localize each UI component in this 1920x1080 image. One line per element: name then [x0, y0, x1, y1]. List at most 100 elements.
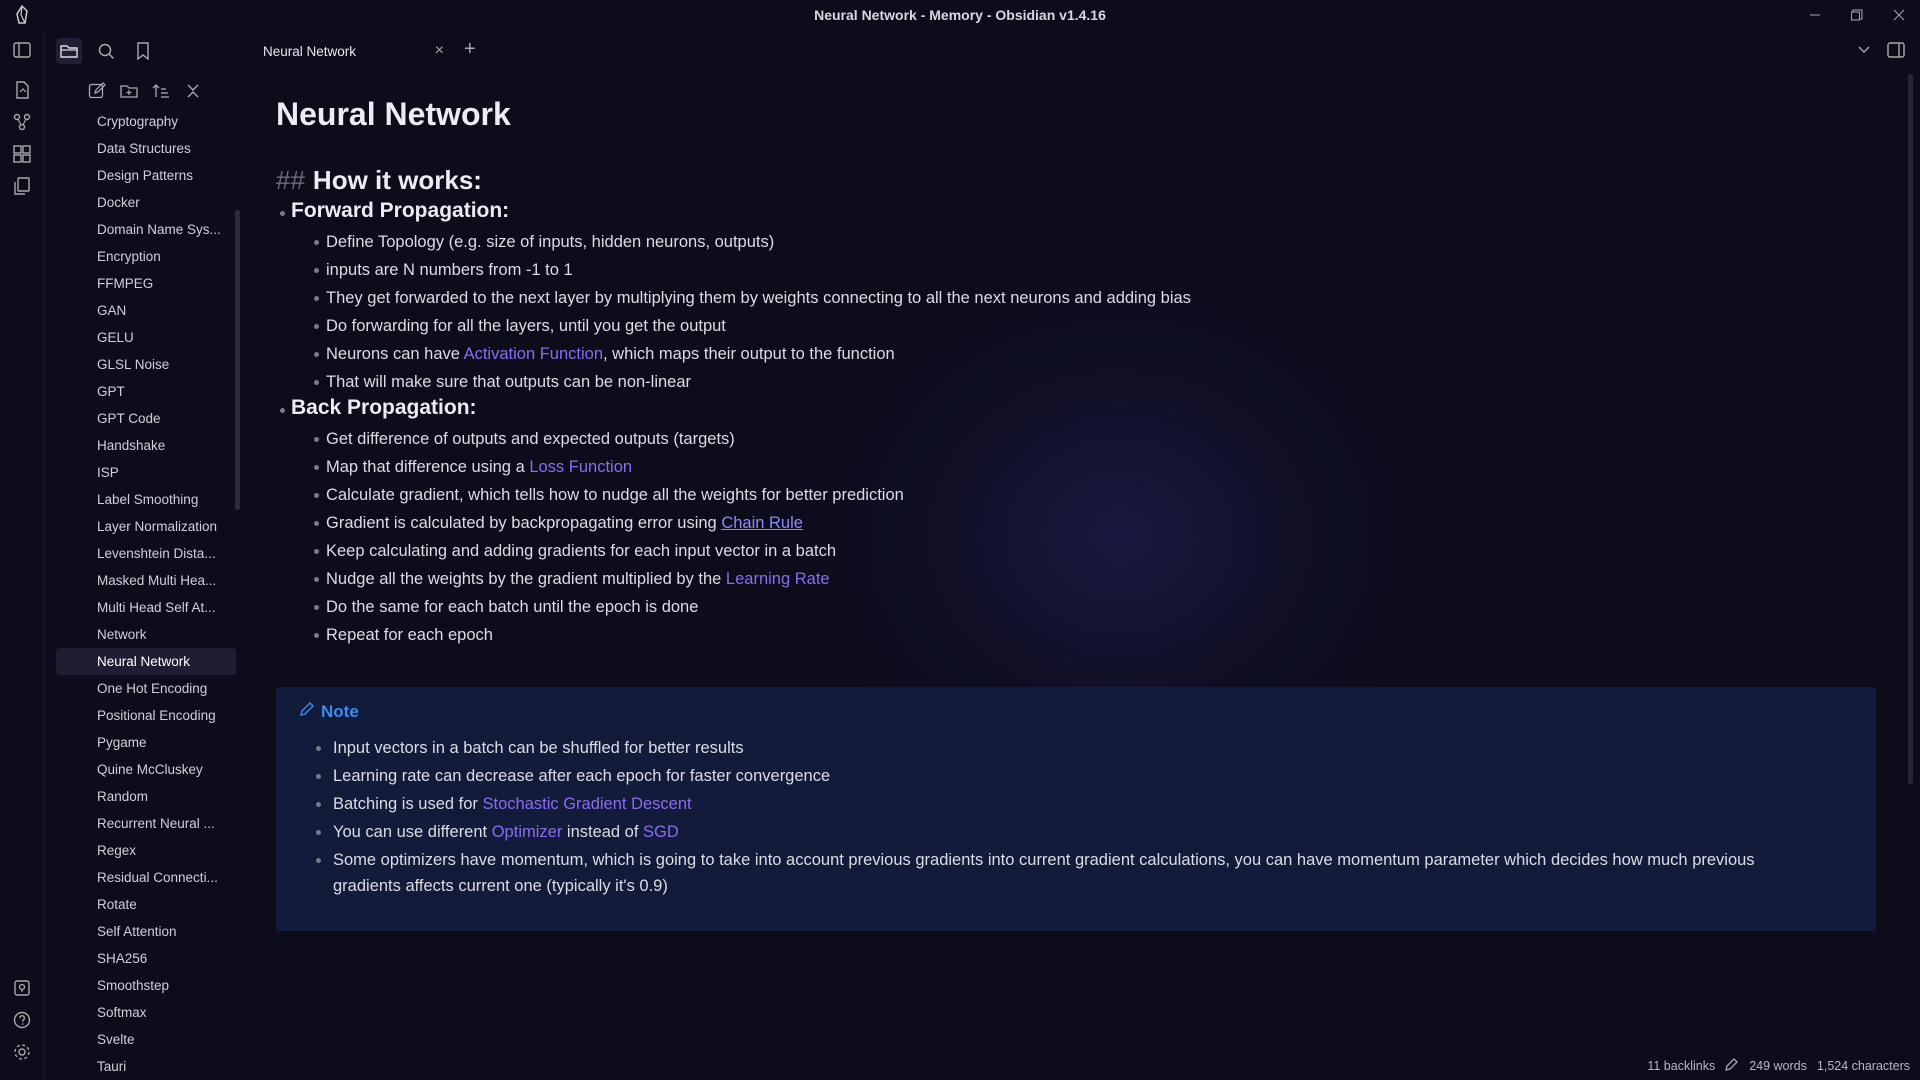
file-item[interactable]: Softmax: [56, 999, 236, 1026]
file-item[interactable]: ISP: [56, 459, 236, 486]
editor-scrollbar[interactable]: [1908, 74, 1913, 784]
file-item[interactable]: GELU: [56, 324, 236, 351]
callout-list-item[interactable]: You can use different Optimizer instead …: [276, 819, 1876, 845]
list-item[interactable]: Gradient is calculated by backpropagatin…: [276, 509, 1876, 537]
list-item[interactable]: They get forwarded to the next layer by …: [276, 284, 1876, 312]
internal-link[interactable]: Activation Function: [464, 345, 603, 363]
file-item[interactable]: Cryptography: [56, 108, 236, 135]
file-item[interactable]: Rotate: [56, 891, 236, 918]
section-heading[interactable]: Forward Propagation:: [276, 199, 1876, 228]
file-item[interactable]: GAN: [56, 297, 236, 324]
maximize-button[interactable]: [1836, 0, 1878, 30]
graph-view-icon[interactable]: [11, 111, 33, 133]
search-icon[interactable]: [93, 38, 119, 64]
bookmark-icon[interactable]: [130, 38, 156, 64]
file-item[interactable]: One Hot Encoding: [56, 675, 236, 702]
help-icon[interactable]: [11, 1009, 33, 1031]
edit-mode-icon[interactable]: [1725, 1057, 1739, 1074]
file-item[interactable]: Docker: [56, 189, 236, 216]
vault-icon[interactable]: [11, 977, 33, 999]
file-item[interactable]: Regex: [56, 837, 236, 864]
file-item[interactable]: Data Structures: [56, 135, 236, 162]
new-folder-icon[interactable]: [118, 80, 140, 102]
file-item[interactable]: Network: [56, 621, 236, 648]
text-span: Map that difference using a: [326, 458, 530, 476]
open-quick-switcher-icon[interactable]: [11, 79, 33, 101]
tab-neural-network[interactable]: Neural Network ×: [252, 36, 452, 66]
file-item[interactable]: Self Attention: [56, 918, 236, 945]
internal-link[interactable]: SGD: [643, 823, 679, 841]
chevron-down-icon[interactable]: [1852, 38, 1876, 62]
file-item[interactable]: Masked Multi Hea...: [56, 567, 236, 594]
list-item[interactable]: Nudge all the weights by the gradient mu…: [276, 565, 1876, 593]
list-item[interactable]: Do forwarding for all the layers, until …: [276, 312, 1876, 340]
file-item[interactable]: Design Patterns: [56, 162, 236, 189]
list-item[interactable]: Get difference of outputs and expected o…: [276, 425, 1876, 453]
file-item[interactable]: GPT: [56, 378, 236, 405]
file-item[interactable]: FFMPEG: [56, 270, 236, 297]
file-item[interactable]: GLSL Noise: [56, 351, 236, 378]
file-item[interactable]: Residual Connecti...: [56, 864, 236, 891]
text-span: Calculate gradient, which tells how to n…: [326, 486, 904, 504]
file-item[interactable]: Neural Network: [56, 648, 236, 675]
list-item[interactable]: Map that difference using a Loss Functio…: [276, 453, 1876, 481]
templates-icon[interactable]: [11, 175, 33, 197]
file-item[interactable]: Encryption: [56, 243, 236, 270]
file-item[interactable]: Multi Head Self At...: [56, 594, 236, 621]
note-content[interactable]: Neural Network ## How it works: Forward P…: [276, 96, 1876, 649]
note-callout[interactable]: Note Input vectors in a batch can be shu…: [276, 687, 1876, 931]
file-item[interactable]: Smoothstep: [56, 972, 236, 999]
file-item[interactable]: Layer Normalization: [56, 513, 236, 540]
heading-how-it-works[interactable]: ## How it works:: [276, 165, 1876, 199]
list-item[interactable]: Neurons can have Activation Function, wh…: [276, 340, 1876, 368]
file-item[interactable]: SHA256: [56, 945, 236, 972]
file-item[interactable]: Recurrent Neural ...: [56, 810, 236, 837]
callout-list-item[interactable]: Some optimizers have momentum, which is …: [276, 847, 1876, 899]
section-heading[interactable]: Back Propagation:: [276, 396, 1876, 425]
bullet: [280, 211, 285, 216]
internal-link[interactable]: Learning Rate: [726, 570, 830, 588]
right-sidebar-toggle-icon[interactable]: [1884, 38, 1908, 62]
internal-link[interactable]: Chain Rule: [721, 514, 803, 532]
canvas-icon[interactable]: [11, 143, 33, 165]
internal-link[interactable]: Stochastic Gradient Descent: [483, 795, 692, 813]
ribbon: [0, 30, 44, 1080]
file-item[interactable]: Svelte: [56, 1026, 236, 1053]
close-window-button[interactable]: [1878, 0, 1920, 30]
list-item[interactable]: That will make sure that outputs can be …: [276, 368, 1876, 396]
sidebar-toggle-icon[interactable]: [11, 39, 33, 61]
folder-icon[interactable]: [56, 38, 82, 64]
list-item[interactable]: Define Topology (e.g. size of inputs, hi…: [276, 228, 1876, 256]
minimize-button[interactable]: [1794, 0, 1836, 30]
text-span: Learning rate can decrease after each ep…: [333, 767, 831, 785]
file-item[interactable]: Random: [56, 783, 236, 810]
callout-list-item[interactable]: Learning rate can decrease after each ep…: [276, 763, 1876, 789]
list-item[interactable]: Repeat for each epoch: [276, 621, 1876, 649]
sort-icon[interactable]: [150, 80, 172, 102]
list-item[interactable]: Calculate gradient, which tells how to n…: [276, 481, 1876, 509]
callout-list-item[interactable]: Input vectors in a batch can be shuffled…: [276, 735, 1876, 761]
file-item[interactable]: GPT Code: [56, 405, 236, 432]
file-item[interactable]: Pygame: [56, 729, 236, 756]
list-item[interactable]: Keep calculating and adding gradients fo…: [276, 537, 1876, 565]
file-item[interactable]: Levenshtein Dista...: [56, 540, 236, 567]
file-item[interactable]: Tauri: [56, 1053, 236, 1080]
file-item[interactable]: Label Smoothing: [56, 486, 236, 513]
backlinks-count[interactable]: 11 backlinks: [1647, 1059, 1715, 1073]
bullet: [314, 240, 319, 245]
new-tab-button[interactable]: +: [464, 38, 476, 61]
internal-link[interactable]: Loss Function: [529, 458, 632, 476]
file-item[interactable]: Quine McCluskey: [56, 756, 236, 783]
list-item[interactable]: inputs are N numbers from -1 to 1: [276, 256, 1876, 284]
file-item[interactable]: Domain Name Sys...: [56, 216, 236, 243]
internal-link[interactable]: Optimizer: [492, 823, 563, 841]
note-title[interactable]: Neural Network: [276, 96, 1876, 133]
settings-icon[interactable]: [11, 1041, 33, 1063]
list-item[interactable]: Do the same for each batch until the epo…: [276, 593, 1876, 621]
callout-list-item[interactable]: Batching is used for Stochastic Gradient…: [276, 791, 1876, 817]
new-note-icon[interactable]: [86, 80, 108, 102]
collapse-all-icon[interactable]: [182, 80, 204, 102]
file-item[interactable]: Positional Encoding: [56, 702, 236, 729]
file-item[interactable]: Handshake: [56, 432, 236, 459]
close-tab-icon[interactable]: ×: [435, 42, 444, 60]
